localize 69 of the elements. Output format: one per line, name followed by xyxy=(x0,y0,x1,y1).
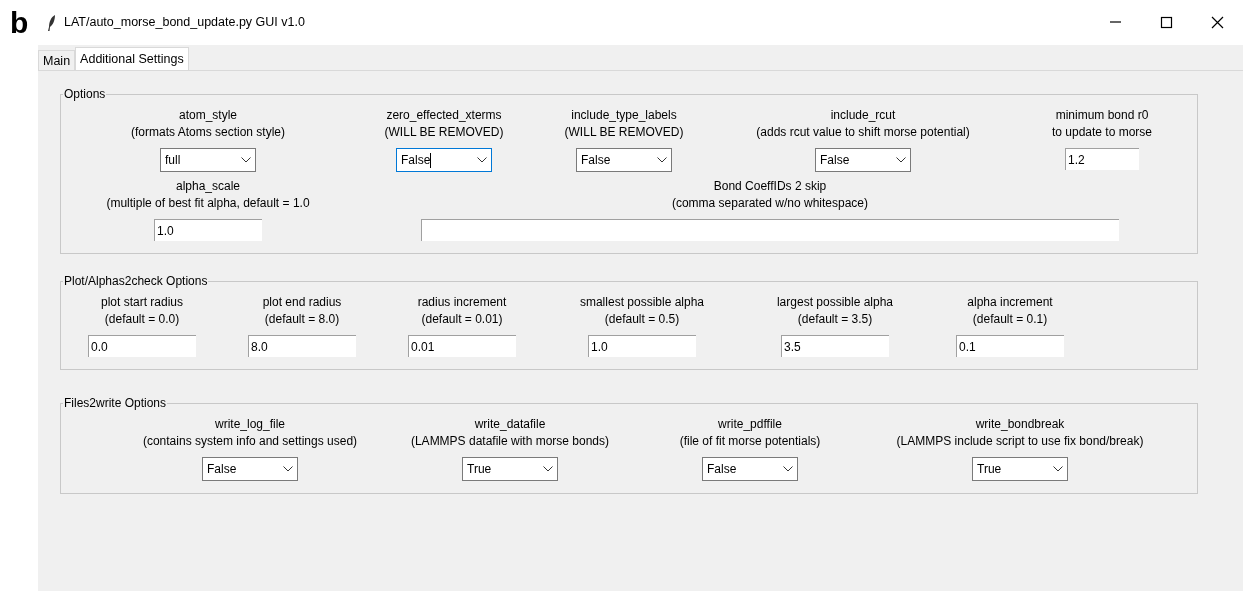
dropdown[interactable]: full xyxy=(160,148,256,172)
field-label: alpha increment xyxy=(967,294,1053,311)
chevron-down-icon xyxy=(283,466,293,472)
window-title: LAT/auto_morse_bond_update.py GUI v1.0 xyxy=(64,14,305,32)
input-field[interactable]: 8.0 xyxy=(248,335,356,357)
field-label: radius increment xyxy=(417,294,507,311)
field-label: alpha_scale xyxy=(175,178,241,195)
close-icon xyxy=(1211,16,1224,29)
field-label: write_log_file xyxy=(214,416,285,433)
field-label: include_rcut xyxy=(830,107,896,124)
field-hint: (default = 8.0) xyxy=(264,311,340,328)
input-field[interactable]: 0.0 xyxy=(88,335,196,357)
tab[interactable]: Additional Settings xyxy=(75,47,189,70)
field-hint: (comma separated w/no whitespace) xyxy=(671,195,869,212)
chevron-down-icon xyxy=(657,157,667,163)
field-hint: (default = 0.5) xyxy=(604,311,680,328)
field-label: plot start radius xyxy=(100,294,183,311)
input-field[interactable]: 0.01 xyxy=(408,335,516,357)
field-label: include_type_labels xyxy=(571,107,677,124)
chevron-down-icon xyxy=(241,157,251,163)
dropdown[interactable]: False xyxy=(396,148,492,172)
maximize-icon xyxy=(1160,16,1173,29)
field-hint: (file of fit morse potentials) xyxy=(679,433,821,450)
chevron-down-icon xyxy=(783,466,793,472)
group-title: Options xyxy=(63,87,107,101)
dropdown[interactable]: True xyxy=(462,457,558,481)
field-hint: (contains system info and settings used) xyxy=(142,433,358,450)
field-hint: (adds rcut value to shift morse potential) xyxy=(756,124,970,141)
group-title: Files2write Options xyxy=(63,396,168,410)
field-hint: (WILL BE REMOVED) xyxy=(384,124,504,141)
field-hint: to update to morse xyxy=(1051,124,1153,141)
chevron-down-icon xyxy=(543,466,553,472)
field-hint: (WILL BE REMOVED) xyxy=(564,124,684,141)
input-field[interactable]: 3.5 xyxy=(781,335,889,357)
field-hint: (multiple of best fit alpha, default = 1.0 xyxy=(106,195,310,212)
input-field[interactable]: 1.0 xyxy=(154,219,262,241)
chevron-down-icon xyxy=(1053,466,1063,472)
dropdown[interactable]: False xyxy=(702,457,798,481)
input-field[interactable]: 0.1 xyxy=(956,335,1064,357)
field-hint: (formats Atoms section style) xyxy=(130,124,285,141)
field-label: Bond CoeffIDs 2 skip xyxy=(713,178,827,195)
dropdown[interactable]: True xyxy=(972,457,1068,481)
field-label: zero_effected_xterms xyxy=(386,107,502,124)
feather-icon xyxy=(48,14,56,31)
panel-label: b xyxy=(9,5,30,41)
dropdown[interactable]: False xyxy=(576,148,672,172)
field-hint: (LAMMPS datafile with morse bonds) xyxy=(410,433,610,450)
chevron-down-icon xyxy=(896,157,906,163)
field-label: minimum bond r0 xyxy=(1055,107,1149,124)
field-label: write_bondbreak xyxy=(975,416,1065,433)
field-label: atom_style xyxy=(179,107,237,124)
dropdown[interactable]: False xyxy=(202,457,298,481)
tab[interactable]: Main xyxy=(38,50,76,70)
input-field[interactable]: 1.2 xyxy=(1065,148,1139,170)
dropdown[interactable]: False xyxy=(815,148,911,172)
field-label: write_datafile xyxy=(474,416,546,433)
field-label: largest possible alpha xyxy=(776,294,894,311)
field-hint: (default = 3.5) xyxy=(797,311,873,328)
field-label: write_pdffile xyxy=(718,416,782,433)
chevron-down-icon xyxy=(477,157,487,163)
field-hint: (default = 0.1) xyxy=(972,311,1048,328)
group-title: Plot/Alphas2check Options xyxy=(63,274,209,288)
field-hint: (default = 0.0) xyxy=(104,311,180,328)
input-field[interactable] xyxy=(421,219,1119,241)
field-label: smallest possible alpha xyxy=(579,294,705,311)
field-hint: (default = 0.01) xyxy=(421,311,503,328)
field-hint: (LAMMPS include script to use fix bond/break) xyxy=(896,433,1144,450)
input-field[interactable]: 1.0 xyxy=(588,335,696,357)
field-label: plot end radius xyxy=(262,294,342,311)
